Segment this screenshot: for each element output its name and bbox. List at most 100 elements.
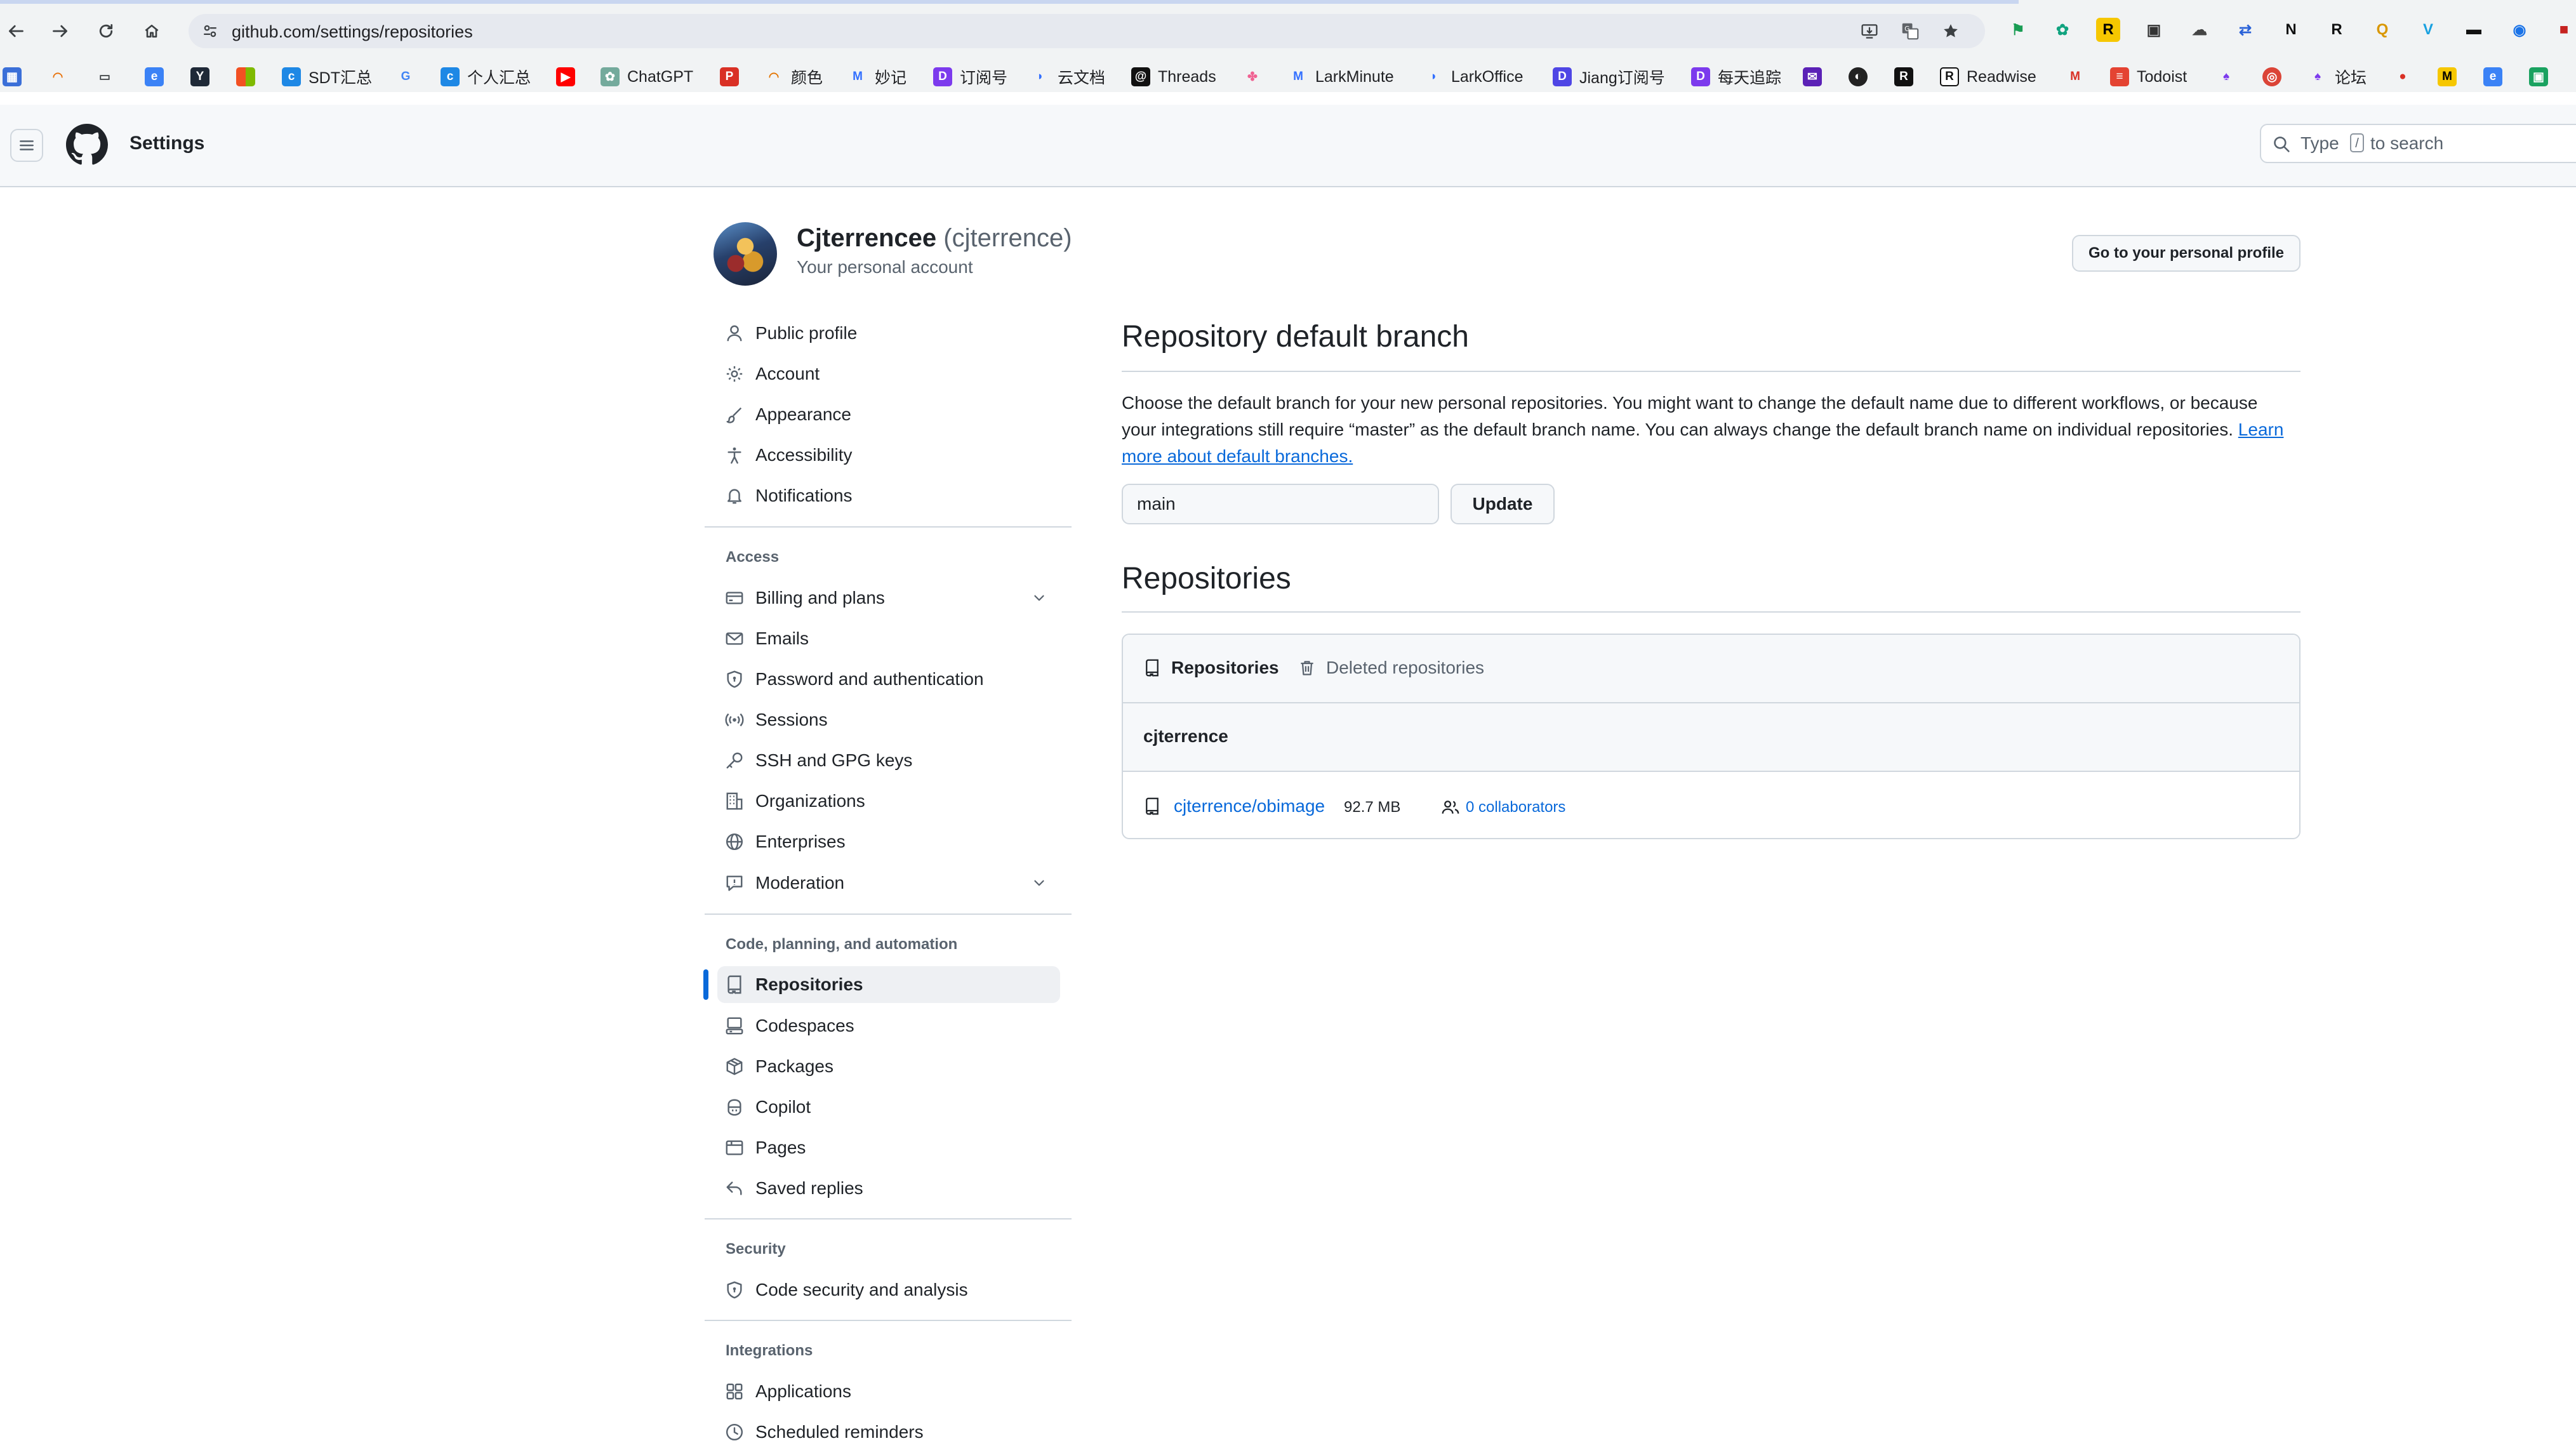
- go-to-profile-button[interactable]: Go to your personal profile: [2072, 235, 2300, 272]
- bookmark-minutes[interactable]: M 妙记: [848, 66, 906, 88]
- github-logo[interactable]: [66, 124, 108, 166]
- bookmark-youtube[interactable]: ▶: [556, 66, 575, 88]
- sidebar-item-codespaces[interactable]: Codespaces: [717, 1007, 1060, 1044]
- extension-v-icon[interactable]: V: [2416, 18, 2440, 42]
- bookmark-label: 论坛: [2335, 69, 2367, 87]
- extension-r-icon[interactable]: R: [2096, 18, 2120, 42]
- sidebar-item-notifications[interactable]: Notifications: [717, 477, 1060, 514]
- sidebar-item-sessions[interactable]: Sessions: [717, 701, 1060, 738]
- branch-description-text: Choose the default branch for your new p…: [1122, 393, 2258, 439]
- extension-search-icon[interactable]: Q: [2370, 18, 2394, 42]
- collaborators-link[interactable]: 0 collaborators: [1442, 799, 1565, 816]
- bookmark-larkminute[interactable]: M LarkMinute: [1289, 66, 1394, 88]
- bookmark-sdt[interactable]: c SDT汇总: [282, 66, 372, 88]
- search-input[interactable]: Type / to search: [2260, 124, 2576, 163]
- sidebar-item-billing[interactable]: Billing and plans: [717, 580, 1060, 616]
- bookmark-purple-1[interactable]: ♠: [2217, 66, 2236, 88]
- repository-size: 92.7 MB: [1344, 799, 1401, 816]
- avatar[interactable]: [714, 222, 777, 286]
- extension-translate-icon[interactable]: ⇄: [2233, 18, 2257, 42]
- bookmark-green[interactable]: ▣: [2529, 66, 2548, 88]
- bookmark-cloud-docs[interactable]: ◗ 云文档: [1031, 66, 1105, 88]
- bookmark-chrome[interactable]: ◎: [2262, 66, 2281, 88]
- extension-notion-icon[interactable]: N: [2279, 18, 2303, 42]
- reload-button[interactable]: [90, 15, 122, 47]
- bookmark-subscriptions[interactable]: D 订阅号: [933, 66, 1007, 88]
- account-login: (cjterrence): [943, 224, 1072, 252]
- repository-link[interactable]: cjterrence/obimage: [1174, 796, 1325, 816]
- header-title[interactable]: Settings: [129, 133, 204, 154]
- back-button[interactable]: [0, 15, 32, 47]
- sidebar-item-repositories[interactable]: Repositories: [717, 966, 1060, 1003]
- sidebar-item-copilot[interactable]: Copilot: [717, 1089, 1060, 1126]
- bookmark-grid[interactable]: ▦: [3, 66, 22, 88]
- bookmark-r[interactable]: R: [1894, 66, 1913, 88]
- default-branch-input[interactable]: [1122, 484, 1439, 524]
- bookmark-threads[interactable]: @ Threads: [1131, 66, 1216, 88]
- sidebar-item-appearance[interactable]: Appearance: [717, 396, 1060, 433]
- bookmark-larkoffice[interactable]: ◗ LarkOffice: [1424, 66, 1523, 88]
- sidebar-item-pages[interactable]: Pages: [717, 1129, 1060, 1166]
- bookmark-e[interactable]: e: [145, 66, 164, 88]
- sidebar-item-label: Saved replies: [755, 1178, 863, 1198]
- bookmark-dark-circle[interactable]: ◐: [1849, 66, 1868, 88]
- bookmark-gmail[interactable]: M: [2066, 66, 2085, 88]
- bookmark-readwise[interactable]: R Readwise: [1940, 66, 2036, 88]
- sidebar-item-organizations[interactable]: Organizations: [717, 783, 1060, 820]
- bookmark-y[interactable]: Y: [190, 66, 209, 88]
- open-menu-button[interactable]: [10, 129, 43, 162]
- bookmark-personal[interactable]: c 个人汇总: [441, 66, 531, 88]
- bookmark-rainbow[interactable]: ◠: [48, 66, 67, 88]
- sidebar-item-label: Sessions: [755, 710, 828, 729]
- bookmark-pinwheel[interactable]: ✤: [1243, 66, 1262, 88]
- bookmark-google[interactable]: G: [396, 66, 415, 88]
- bookmark-cherry[interactable]: ●: [2393, 66, 2412, 88]
- tab-deleted-repositories[interactable]: Deleted repositories: [1298, 656, 1484, 679]
- address-bar[interactable]: github.com/settings/repositories G: [189, 14, 1985, 48]
- sidebar-item-label: Notifications: [755, 486, 853, 505]
- extension-readwise-icon[interactable]: R: [2325, 18, 2349, 42]
- extension-flag-icon[interactable]: ⚑: [2006, 18, 2030, 42]
- sidebar-item-applications[interactable]: Applications: [717, 1373, 1060, 1410]
- bookmark-blue-e[interactable]: e: [2483, 66, 2502, 88]
- update-button[interactable]: Update: [1451, 484, 1555, 524]
- bookmark-chatgpt[interactable]: ✿ ChatGPT: [601, 66, 693, 88]
- sidebar-item-ssh-gpg[interactable]: SSH and GPG keys: [717, 742, 1060, 779]
- extension-notion-clipper-icon[interactable]: ▣: [2142, 18, 2166, 42]
- sidebar-item-scheduled-reminders[interactable]: Scheduled reminders: [717, 1414, 1060, 1451]
- forward-button[interactable]: [44, 15, 76, 47]
- sidebar-item-accessibility[interactable]: Accessibility: [717, 437, 1060, 474]
- bookmark-todoist[interactable]: ≡ Todoist: [2110, 66, 2187, 88]
- bookmark-c-icon: c: [441, 67, 460, 86]
- sidebar-item-label: Codespaces: [755, 1016, 854, 1035]
- bookmark-microsoft[interactable]: [236, 66, 255, 88]
- home-button[interactable]: [136, 15, 168, 47]
- bookmark-daily[interactable]: D 每天追踪: [1691, 66, 1781, 88]
- translate-icon[interactable]: G: [1900, 21, 1920, 41]
- bookmark-folder[interactable]: ▭: [95, 66, 114, 88]
- sidebar-item-account[interactable]: Account: [717, 355, 1060, 392]
- bookmark-red[interactable]: P: [720, 66, 739, 88]
- extension-cloud-icon[interactable]: ☁: [2188, 18, 2212, 42]
- sidebar-item-password[interactable]: Password and authentication: [717, 661, 1060, 698]
- sidebar-item-code-security[interactable]: Code security and analysis: [717, 1272, 1060, 1308]
- sidebar-item-saved-replies[interactable]: Saved replies: [717, 1170, 1060, 1207]
- sidebar-item-enterprises[interactable]: Enterprises: [717, 823, 1060, 860]
- bookmark-forum[interactable]: ♠ 论坛: [2308, 66, 2367, 88]
- bookmark-yellow[interactable]: M: [2438, 66, 2457, 88]
- site-settings-icon[interactable]: [200, 21, 220, 41]
- bookmark-mail[interactable]: ✉: [1803, 66, 1822, 88]
- bookmark-jiang[interactable]: D Jiang订阅号: [1553, 66, 1665, 88]
- bookmark-colors[interactable]: ◠ 颜色: [764, 66, 823, 88]
- sidebar-item-packages[interactable]: Packages: [717, 1048, 1060, 1085]
- bookmark-star-icon[interactable]: [1941, 21, 1961, 41]
- sidebar-item-emails[interactable]: Emails: [717, 620, 1060, 657]
- extension-profile-icon[interactable]: ◉: [2507, 18, 2532, 42]
- sidebar-item-public-profile[interactable]: Public profile: [717, 315, 1060, 352]
- install-app-icon[interactable]: [1859, 21, 1880, 41]
- extension-chatgpt-icon[interactable]: ✿: [2050, 18, 2075, 42]
- tab-repositories[interactable]: Repositories: [1143, 656, 1279, 679]
- sidebar-item-moderation[interactable]: Moderation: [717, 865, 1060, 901]
- extension-red-icon[interactable]: ■: [2552, 18, 2576, 42]
- extension-terminal-icon[interactable]: ▬: [2462, 18, 2486, 42]
